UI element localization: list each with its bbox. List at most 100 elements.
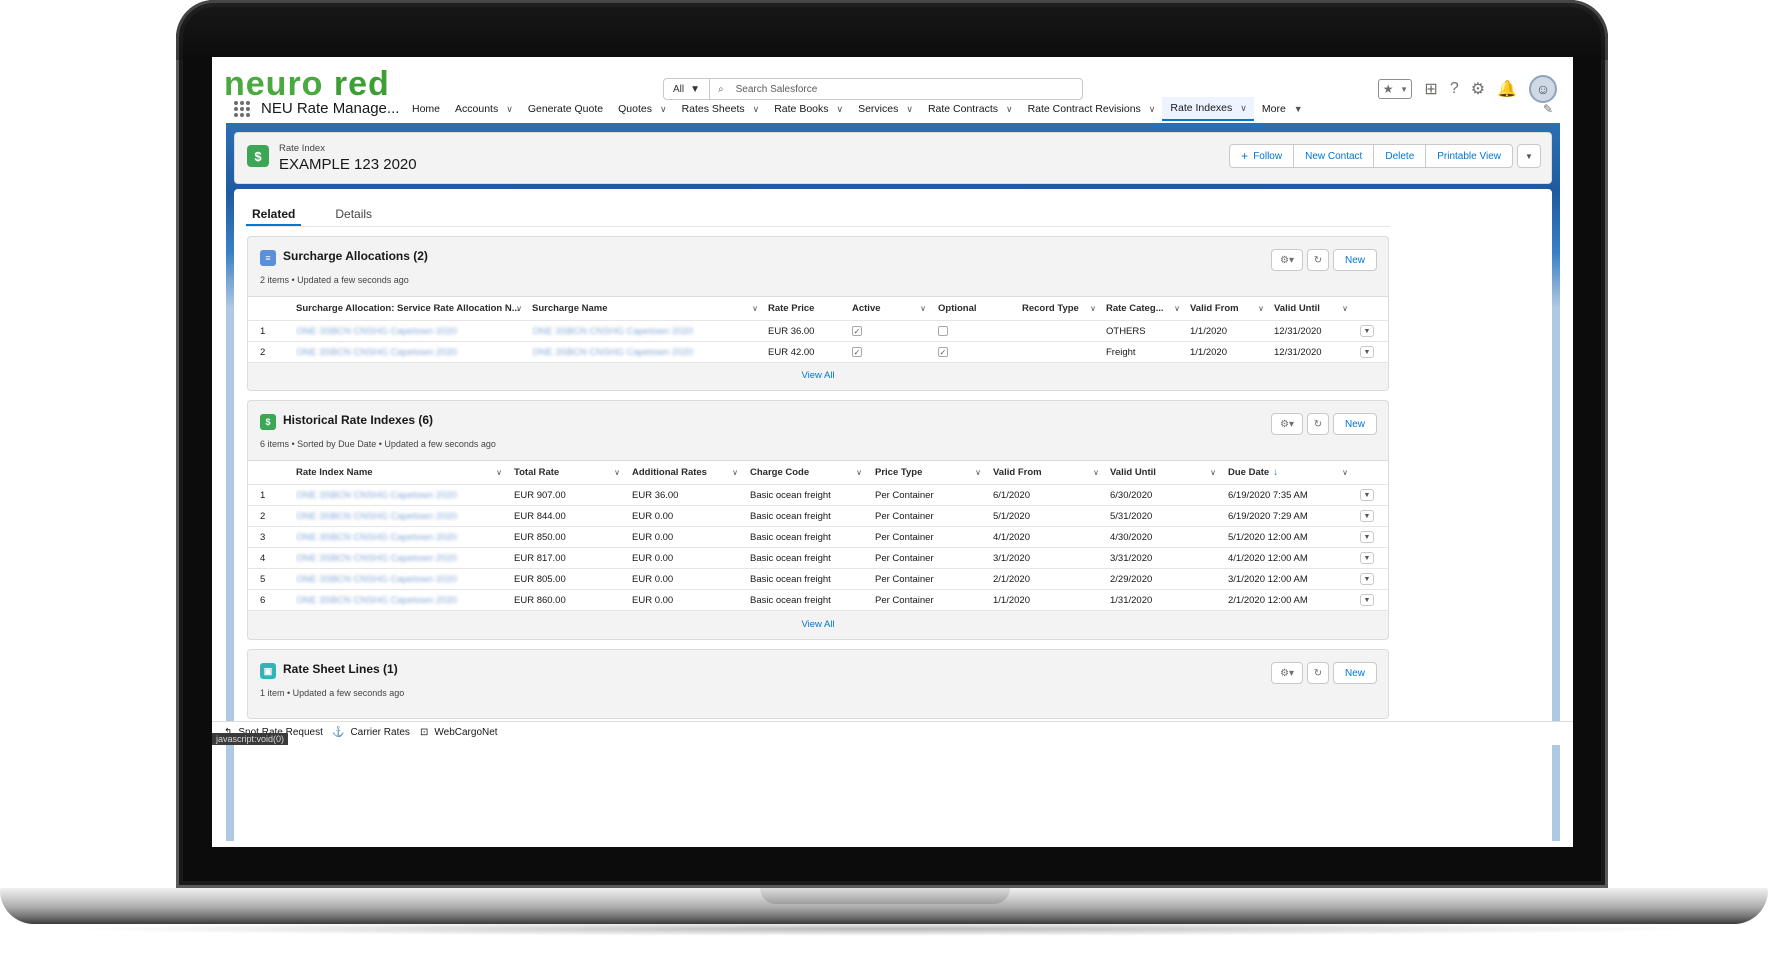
row-actions[interactable]: ▼ bbox=[1360, 506, 1380, 526]
tab-related[interactable]: Related bbox=[246, 203, 302, 226]
record-link[interactable]: ONE 3SBCN CNSHG Capetown 2020 bbox=[296, 532, 457, 543]
row-menu-chevron-down-icon[interactable]: ▼ bbox=[1360, 510, 1374, 522]
nav-item-rate-books[interactable]: Rate Books ∨ bbox=[766, 97, 850, 121]
cell-allocation[interactable]: ONE 3SBCN CNSHG Capetown 2020 bbox=[296, 342, 528, 362]
column-header[interactable]: Due Date ↓ ∨ bbox=[1228, 461, 1354, 484]
record-link[interactable]: ONE 3SBCN CNSHG Capetown 2020 bbox=[532, 326, 693, 337]
chevron-down-icon[interactable]: ∨ bbox=[906, 104, 913, 115]
follow-button[interactable]: + Follow bbox=[1229, 144, 1295, 168]
new-surcharge-button[interactable]: New bbox=[1333, 249, 1377, 271]
nav-item-home[interactable]: Home bbox=[404, 97, 447, 121]
column-header[interactable]: Surcharge Name ∨ bbox=[532, 297, 764, 320]
delete-button[interactable]: Delete bbox=[1373, 144, 1427, 168]
column-header[interactable]: Valid Until ∨ bbox=[1110, 461, 1222, 484]
row-actions[interactable]: ▼ bbox=[1360, 321, 1380, 341]
chevron-down-icon[interactable]: ∨ bbox=[1006, 104, 1013, 115]
new-historical-button[interactable]: New bbox=[1333, 413, 1377, 435]
column-header[interactable]: Record Type ∨ bbox=[1022, 297, 1102, 320]
cell-name[interactable]: ONE 3SBCN CNSHG Capetown 2020 bbox=[296, 527, 508, 547]
setup-gear-icon[interactable]: ⚙ bbox=[1471, 79, 1485, 99]
tab-details[interactable]: Details bbox=[329, 203, 378, 226]
column-header[interactable]: Surcharge Allocation: Service Rate Alloc… bbox=[296, 297, 528, 320]
chevron-down-icon[interactable]: ∨ bbox=[1090, 304, 1096, 313]
list-settings-gear-icon[interactable]: ⚙▾ bbox=[1271, 413, 1303, 435]
row-actions[interactable]: ▼ bbox=[1360, 485, 1380, 505]
row-actions[interactable]: ▼ bbox=[1360, 342, 1380, 362]
chevron-down-icon[interactable]: ∨ bbox=[660, 104, 667, 115]
chevron-down-icon[interactable]: ∨ bbox=[506, 104, 513, 115]
historical-view-all-link[interactable]: View All bbox=[248, 619, 1388, 630]
nav-item-rates-sheets[interactable]: Rates Sheets ∨ bbox=[674, 97, 767, 121]
nav-item-generate-quote[interactable]: Generate Quote bbox=[520, 97, 610, 121]
new-contact-button[interactable]: New Contact bbox=[1293, 144, 1375, 168]
cell-name[interactable]: ONE 3SBCN CNSHG Capetown 2020 bbox=[296, 485, 508, 505]
row-menu-chevron-down-icon[interactable]: ▼ bbox=[1360, 552, 1374, 564]
chevron-down-icon[interactable]: ∨ bbox=[614, 468, 620, 477]
chevron-down-icon[interactable]: ∨ bbox=[1258, 304, 1264, 313]
add-icon[interactable]: ⊞ bbox=[1424, 79, 1437, 99]
cell-name[interactable]: ONE 3SBCN CNSHG Capetown 2020 bbox=[296, 590, 508, 610]
edit-nav-pencil-icon[interactable]: ✎ bbox=[1543, 102, 1553, 116]
cell-name[interactable]: ONE 3SBCN CNSHG Capetown 2020 bbox=[296, 506, 508, 526]
chevron-down-icon[interactable]: ∨ bbox=[856, 468, 862, 477]
chevron-down-icon[interactable]: ∨ bbox=[920, 304, 926, 313]
surcharge-view-all-link[interactable]: View All bbox=[248, 370, 1388, 381]
list-settings-gear-icon[interactable]: ⚙▾ bbox=[1271, 662, 1303, 684]
chevron-down-icon[interactable]: ∨ bbox=[1174, 304, 1180, 313]
column-header[interactable]: Price Type ∨ bbox=[875, 461, 987, 484]
row-menu-chevron-down-icon[interactable]: ▼ bbox=[1360, 531, 1374, 543]
column-header[interactable]: Valid From ∨ bbox=[1190, 297, 1270, 320]
column-header[interactable]: Additional Rates ∨ bbox=[632, 461, 744, 484]
column-header[interactable]: Total Rate ∨ bbox=[514, 461, 626, 484]
cell-allocation[interactable]: ONE 3SBCN CNSHG Capetown 2020 bbox=[296, 321, 528, 341]
favorites-button[interactable]: ★ ▼ bbox=[1378, 79, 1413, 99]
chevron-down-icon[interactable]: ∨ bbox=[1093, 468, 1099, 477]
help-icon[interactable]: ? bbox=[1450, 80, 1459, 98]
notifications-bell-icon[interactable]: 🔔 bbox=[1497, 79, 1517, 99]
record-link[interactable]: ONE 3SBCN CNSHG Capetown 2020 bbox=[532, 347, 693, 358]
nav-item-rate-contracts[interactable]: Rate Contracts ∨ bbox=[920, 97, 1020, 121]
chevron-down-icon[interactable]: ∨ bbox=[1149, 104, 1156, 115]
record-link[interactable]: ONE 3SBCN CNSHG Capetown 2020 bbox=[296, 595, 457, 606]
chevron-down-icon[interactable]: ∨ bbox=[752, 304, 758, 313]
cell-surcharge[interactable]: ONE 3SBCN CNSHG Capetown 2020 bbox=[532, 342, 764, 362]
chevron-down-icon[interactable]: ∨ bbox=[1342, 304, 1348, 313]
nav-item-more[interactable]: More ▼ bbox=[1254, 97, 1310, 121]
nav-item-services[interactable]: Services ∨ bbox=[850, 97, 920, 121]
new-rate-sheet-button[interactable]: New bbox=[1333, 662, 1377, 684]
row-menu-chevron-down-icon[interactable]: ▼ bbox=[1360, 594, 1374, 606]
row-menu-chevron-down-icon[interactable]: ▼ bbox=[1360, 346, 1374, 358]
record-link[interactable]: ONE 3SBCN CNSHG Capetown 2020 bbox=[296, 553, 457, 564]
record-link[interactable]: ONE 3SBCN CNSHG Capetown 2020 bbox=[296, 490, 457, 501]
chevron-down-icon[interactable]: ∨ bbox=[837, 104, 844, 115]
refresh-icon[interactable]: ↻ bbox=[1307, 413, 1329, 435]
nav-item-accounts[interactable]: Accounts ∨ bbox=[447, 97, 520, 121]
utility-carrier-rates[interactable]: ⚓ Carrier Rates bbox=[332, 727, 410, 738]
chevron-down-icon[interactable]: ∨ bbox=[1240, 103, 1247, 114]
nav-item-quotes[interactable]: Quotes ∨ bbox=[610, 97, 673, 121]
record-link[interactable]: ONE 3SBCN CNSHG Capetown 2020 bbox=[296, 347, 457, 358]
nav-item-rate-indexes[interactable]: Rate Indexes ∨ bbox=[1162, 97, 1254, 121]
nav-item-rate-contract-revisions[interactable]: Rate Contract Revisions ∨ bbox=[1020, 97, 1163, 121]
printable-view-button[interactable]: Printable View bbox=[1425, 144, 1513, 168]
surcharge-allocations-title[interactable]: Surcharge Allocations (2) bbox=[283, 249, 428, 263]
chevron-down-icon[interactable]: ∨ bbox=[753, 104, 760, 115]
historical-rate-indexes-title[interactable]: Historical Rate Indexes (6) bbox=[283, 413, 433, 427]
column-header[interactable]: Charge Code ∨ bbox=[750, 461, 868, 484]
more-actions-chevron-down-icon[interactable]: ▼ bbox=[1517, 144, 1541, 168]
list-settings-gear-icon[interactable]: ⚙▾ bbox=[1271, 249, 1303, 271]
chevron-down-icon[interactable]: ∨ bbox=[1210, 468, 1216, 477]
column-header[interactable]: Rate Categ... ∨ bbox=[1106, 297, 1186, 320]
row-menu-chevron-down-icon[interactable]: ▼ bbox=[1360, 325, 1374, 337]
refresh-icon[interactable]: ↻ bbox=[1307, 662, 1329, 684]
column-header[interactable]: Valid Until ∨ bbox=[1274, 297, 1354, 320]
record-link[interactable]: ONE 3SBCN CNSHG Capetown 2020 bbox=[296, 326, 457, 337]
column-header[interactable]: Rate Index Name ∨ bbox=[296, 461, 508, 484]
chevron-down-icon[interactable]: ∨ bbox=[496, 468, 502, 477]
row-menu-chevron-down-icon[interactable]: ▼ bbox=[1360, 489, 1374, 501]
chevron-down-icon[interactable]: ∨ bbox=[516, 304, 522, 313]
utility-webcargonet[interactable]: ⊡ WebCargoNet bbox=[420, 727, 498, 738]
chevron-down-icon[interactable]: ∨ bbox=[732, 468, 738, 477]
row-actions[interactable]: ▼ bbox=[1360, 569, 1380, 589]
chevron-down-icon[interactable]: ∨ bbox=[975, 468, 981, 477]
